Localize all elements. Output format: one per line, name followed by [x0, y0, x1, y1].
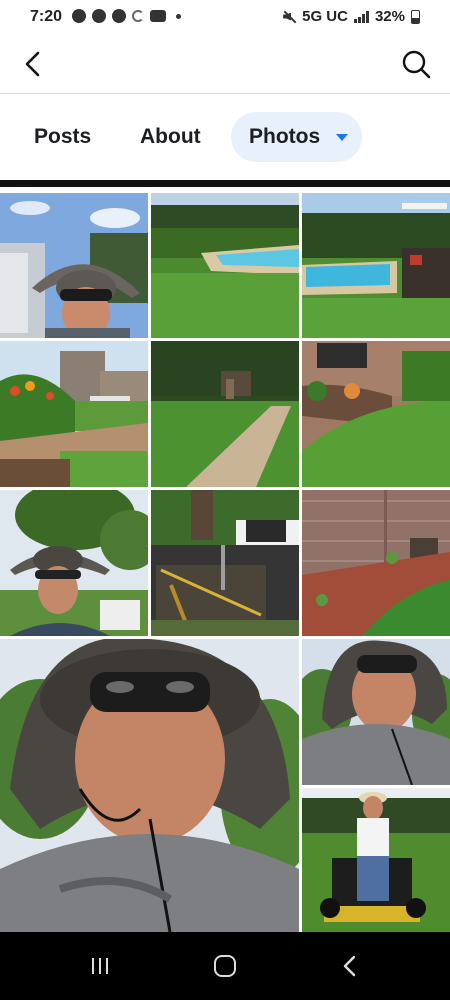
dot-icon	[176, 13, 181, 19]
back-nav-button[interactable]	[336, 952, 364, 980]
back-button[interactable]	[18, 48, 50, 80]
status-right: 5G UC 32%	[282, 8, 420, 25]
messenger-icon	[72, 9, 86, 23]
status-time: 7:20	[30, 8, 63, 25]
battery-percent: 32%	[374, 8, 405, 25]
back-chevron-icon	[343, 955, 356, 977]
recent-apps-icon	[92, 958, 108, 974]
chrome-icon	[112, 9, 126, 23]
signal-icon	[353, 10, 369, 23]
tab-posts[interactable]: Posts	[34, 112, 91, 162]
photo-brick-house-garden[interactable]	[302, 341, 450, 487]
dropdown-caret-icon	[336, 134, 348, 141]
recent-apps-button[interactable]	[86, 952, 114, 980]
photo-grid	[0, 187, 450, 932]
photo-man-hat-outdoors[interactable]	[0, 490, 148, 636]
search-button[interactable]	[400, 48, 432, 80]
system-nav-bar	[0, 932, 450, 1000]
home-button[interactable]	[211, 952, 239, 980]
top-app-bar	[0, 34, 450, 94]
photo-man-riding-mower[interactable]	[302, 788, 450, 932]
photo-brick-wall-mulch[interactable]	[302, 490, 450, 636]
photo-selfie-hat[interactable]	[302, 639, 450, 785]
home-icon	[214, 955, 236, 977]
tab-photos-label: Photos	[249, 125, 321, 148]
tab-photos[interactable]: Photos	[231, 112, 362, 162]
network-label: 5G UC	[302, 8, 348, 25]
section-divider	[0, 180, 450, 187]
sync-icon	[132, 10, 144, 22]
back-arrow-icon	[25, 51, 40, 77]
profile-tabs: Posts About Photos	[0, 95, 450, 179]
facebook-icon	[92, 9, 106, 23]
photo-large-selfie-hat[interactable]	[0, 639, 299, 932]
photo-selfie-vehicle[interactable]	[0, 193, 148, 338]
photo-backyard-pool[interactable]	[151, 193, 299, 338]
photo-flower-bed-house[interactable]	[0, 341, 148, 487]
tab-about[interactable]: About	[140, 112, 201, 162]
youtube-icon	[150, 10, 166, 22]
status-bar: 7:20 5G UC 32%	[0, 0, 450, 34]
search-icon	[402, 50, 431, 79]
photo-lawn-gravel-path[interactable]	[151, 341, 299, 487]
photo-mower-trailer-truck[interactable]	[151, 490, 299, 636]
battery-icon	[411, 9, 420, 24]
photo-pool-patio[interactable]	[302, 193, 450, 338]
notification-icons	[72, 9, 181, 23]
mute-icon	[282, 10, 296, 24]
